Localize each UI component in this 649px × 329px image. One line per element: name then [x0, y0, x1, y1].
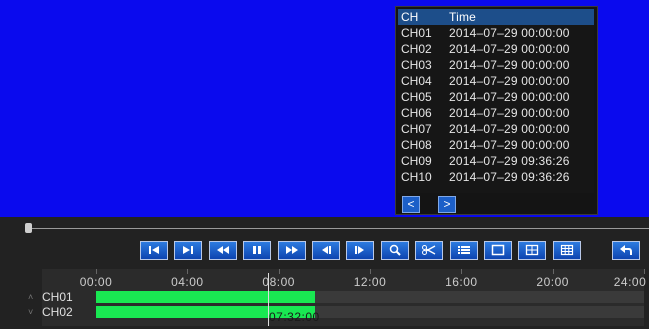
playback-progress-handle[interactable]: [25, 223, 32, 233]
channel-list-next-button[interactable]: >: [438, 196, 456, 213]
channel-time: 2014–07–29 00:00:00: [449, 58, 570, 72]
timeline-tick-label: 16:00: [445, 275, 478, 289]
clip-button[interactable]: [415, 241, 444, 260]
step-back-button[interactable]: [312, 241, 340, 260]
channel-list-header: CH Time: [398, 9, 594, 25]
channel-id: CH07: [401, 122, 432, 136]
timeline-tick-label: 04:00: [171, 275, 204, 289]
timeline-channel-label: CH01: [42, 290, 73, 304]
channel-time: 2014–07–29 09:36:26: [449, 154, 570, 168]
list-button[interactable]: [449, 241, 478, 260]
header-time-label: Time: [449, 10, 477, 24]
timeline-tick-label: 12:00: [353, 275, 387, 289]
channel-time: 2014–07–29 00:00:00: [449, 26, 570, 40]
rewind-button[interactable]: [208, 241, 237, 260]
list-icon: [451, 244, 477, 256]
header-ch-label: CH: [401, 10, 419, 24]
timeline-tick-label: 20:00: [536, 275, 569, 289]
channel-list-row[interactable]: CH02 2014–07–29 00:00:00: [398, 41, 594, 57]
channel-list-row[interactable]: CH01 2014–07–29 00:00:00: [398, 25, 594, 41]
channel-list-row[interactable]: CH08 2014–07–29 00:00:00: [398, 137, 594, 153]
skip-start-icon: [141, 244, 167, 256]
channel-id: CH09: [401, 154, 432, 168]
step-forward-icon: [347, 244, 373, 256]
pause-button[interactable]: [243, 241, 272, 260]
scroll-up-icon[interactable]: ˄: [28, 292, 33, 302]
channel-time-panel: CH Time CH01 2014–07–29 00:00:00 CH02 2014–…: [395, 6, 598, 215]
timeline-tick-mark: [461, 269, 463, 274]
channel-id: CH10: [401, 170, 432, 184]
timeline-channel-track[interactable]: [96, 306, 644, 318]
search-button[interactable]: [380, 241, 409, 260]
skip-end-icon: [175, 244, 201, 256]
channel-time-list: CH Time CH01 2014–07–29 00:00:00 CH02 2014–…: [398, 9, 594, 193]
timeline-tick-mark: [370, 269, 371, 274]
rewind-icon: [210, 244, 236, 256]
timeline[interactable]: 00:00 04:00 08:00 12:00 16:00 20:00 24:00 ˄ CH0…: [28, 269, 647, 326]
channel-id: CH08: [401, 138, 432, 152]
step-back-icon: [313, 244, 339, 256]
channel-list-row[interactable]: CH06 2014–07–29 00:00:00: [398, 105, 594, 121]
channel-list-row[interactable]: CH03 2014–07–29 00:00:00: [398, 57, 594, 73]
channel-list-row[interactable]: CH07 2014–07–29 00:00:00: [398, 121, 594, 137]
channel-id: CH06: [401, 106, 432, 120]
channel-id: CH03: [401, 58, 432, 72]
timeline-tick-label: 00:00: [79, 275, 113, 289]
scroll-down-icon[interactable]: ˅: [28, 307, 33, 317]
scissors-icon: [416, 244, 442, 256]
channel-time: 2014–07–29 00:00:00: [449, 90, 570, 104]
single-view-button[interactable]: [484, 241, 512, 260]
quad-window-icon: [519, 244, 545, 256]
channel-time: 2014–07–29 00:00:00: [449, 106, 570, 120]
channel-id: CH02: [401, 42, 432, 56]
nine-view-button[interactable]: [552, 241, 581, 260]
timeline-channel-track[interactable]: [96, 291, 644, 303]
channel-time: 2014–07–29 00:00:00: [449, 42, 570, 56]
timeline-tick-mark: [187, 269, 189, 274]
timeline-tick-label: 24:00: [613, 275, 647, 289]
timeline-channel-label: CH02: [42, 305, 73, 319]
back-button[interactable]: [612, 241, 640, 260]
search-icon: [382, 244, 408, 257]
timeline-tick-mark: [644, 269, 645, 274]
fast-forward-button[interactable]: [277, 241, 306, 260]
channel-time: 2014–07–29 00:00:00: [449, 122, 570, 136]
timeline-tick-mark: [552, 269, 554, 274]
timeline-cursor-time: 07:32:00: [269, 310, 320, 324]
channel-id: CH04: [401, 74, 432, 88]
channel-list-row[interactable]: CH04 2014–07–29 00:00:00: [398, 73, 594, 89]
pause-icon: [244, 244, 270, 256]
last-frame-button[interactable]: [174, 241, 203, 260]
step-forward-button[interactable]: [346, 241, 375, 260]
first-frame-button[interactable]: [140, 241, 168, 260]
channel-list-row[interactable]: CH05 2014–07–29 00:00:00: [398, 89, 594, 105]
channel-list-row[interactable]: CH09 2014–07–29 09:36:26: [398, 153, 594, 169]
timeline-recording-segment: [96, 291, 316, 303]
channel-id: CH01: [401, 26, 432, 40]
nine-window-icon: [554, 244, 580, 256]
channel-time: 2014–07–29 00:00:00: [449, 138, 570, 152]
playback-control-bar: 00:00 04:00 08:00 12:00 16:00 20:00 24:00 ˄ CH0…: [0, 217, 649, 329]
channel-list-row[interactable]: CH10 2014–07–29 09:36:26: [398, 169, 594, 185]
channel-id: CH05: [401, 90, 432, 104]
timeline-tick-mark: [96, 269, 97, 274]
playback-progress-track[interactable]: [30, 228, 649, 229]
return-icon: [613, 244, 639, 256]
chevron-left-icon: <: [407, 197, 415, 211]
channel-time: 2014–07–29 00:00:00: [449, 74, 570, 88]
fast-forward-icon: [279, 244, 305, 256]
chevron-right-icon: >: [443, 197, 451, 211]
timeline-tick-mark: [278, 269, 280, 274]
channel-list-prev-button[interactable]: <: [402, 196, 420, 213]
quad-view-button[interactable]: [518, 241, 547, 260]
channel-time: 2014–07–29 09:36:26: [449, 170, 570, 184]
single-window-icon: [485, 244, 511, 256]
